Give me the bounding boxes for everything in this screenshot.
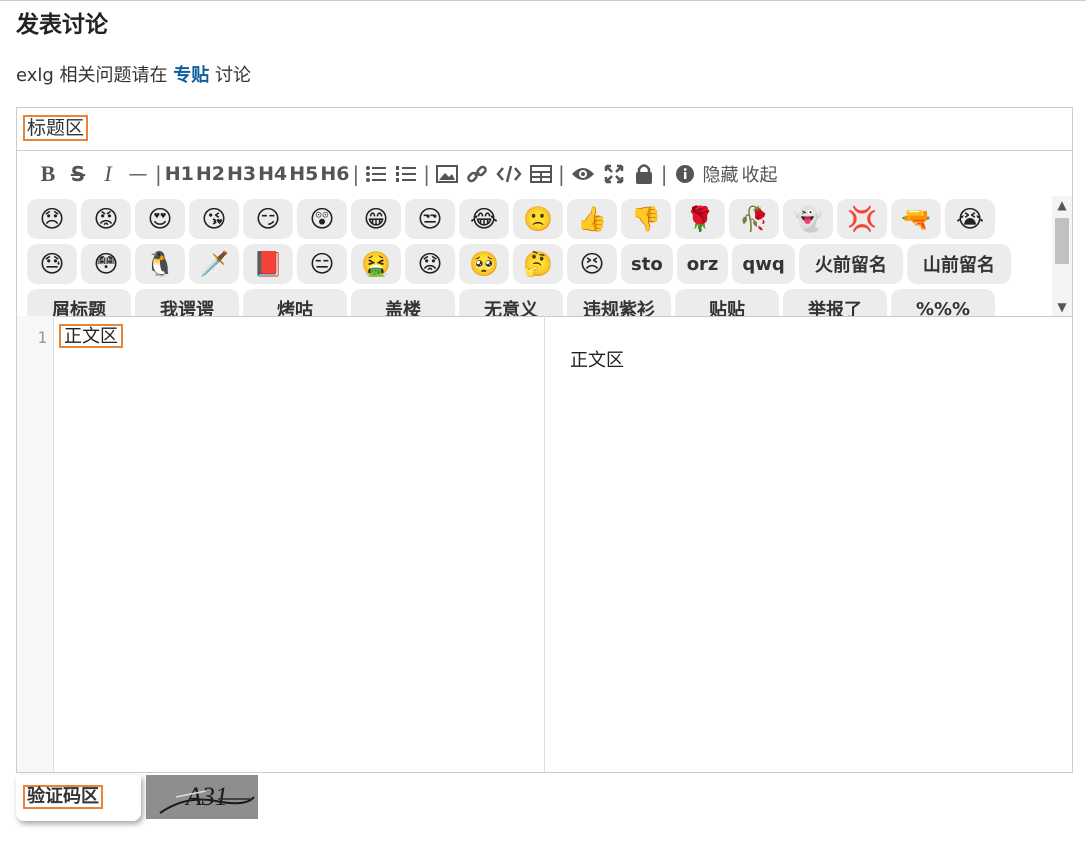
sticker-thumbs-up[interactable]: 👍 [567, 199, 617, 239]
sticker-sword[interactable]: 🗡️ [189, 244, 239, 284]
captcha-image-text: A31 [184, 782, 228, 811]
list-ul-icon[interactable] [365, 159, 387, 189]
hide-button[interactable]: 隐藏 [703, 159, 739, 189]
h4-button[interactable]: H4 [258, 159, 287, 189]
code-icon[interactable] [496, 159, 522, 189]
title-row: 标题区 [17, 108, 1072, 151]
sticker-unamused[interactable]: 😒 [405, 199, 455, 239]
h1-button[interactable]: H1 [165, 159, 194, 189]
sticker-grin[interactable]: 😁 [351, 199, 401, 239]
sticker-text[interactable]: 屑标题 [27, 289, 131, 316]
strikethrough-button[interactable]: S [67, 159, 89, 189]
toolbar-separator: | [423, 161, 430, 186]
captcha-label: 验证码区 [23, 785, 103, 809]
sticker-fire-sign[interactable]: 火前留名 [798, 244, 903, 284]
list-ol-icon[interactable] [395, 159, 417, 189]
sticker-kiss[interactable]: 😘 [189, 199, 239, 239]
sticker-text[interactable]: %%% [891, 289, 995, 316]
title-input[interactable]: 标题区 [23, 115, 89, 141]
sticker-panel: 😞 😡 😍 😘 😏 😲 😁 😒 😂 🙁 👍 👎 🌹 🥀 👻 💢 🔫 😭 😓 😳 … [17, 196, 1072, 317]
sticker-row-2: 😓 😳 🐧 🗡️ 📕 😑 🤮 😟 🥺 🤔 😣 sto orz qwq 火前留名 … [27, 244, 1011, 284]
h3-button[interactable]: H3 [227, 159, 256, 189]
intro-text: exlg 相关问题请在 专贴 讨论 [16, 61, 251, 87]
eye-icon[interactable] [571, 159, 595, 189]
sticker-text[interactable]: 贴贴 [675, 289, 779, 316]
h5-button[interactable]: H5 [289, 159, 318, 189]
sticker-expressionless[interactable]: 😑 [297, 244, 347, 284]
page-title: 发表讨论 [16, 12, 108, 38]
preview-divider [544, 316, 545, 772]
editor-toolbar: B S I — | H1 H2 H3 H4 H5 H6 | | | | 隐藏 收… [17, 151, 1072, 196]
sticker-flushed[interactable]: 😳 [81, 244, 131, 284]
sticker-angry[interactable]: 😡 [81, 199, 131, 239]
sticker-pleading[interactable]: 🥺 [459, 244, 509, 284]
line-gutter: 1 [17, 316, 54, 772]
line-number: 1 [37, 328, 47, 347]
sticker-smirk[interactable]: 😏 [243, 199, 293, 239]
preview-text: 正文区 [570, 350, 624, 370]
body-input[interactable]: 正文区 [59, 324, 123, 348]
sticker-text[interactable]: 盖楼 [351, 289, 455, 316]
toolbar-separator: | [558, 161, 565, 186]
info-icon[interactable] [674, 159, 696, 189]
sticker-text[interactable]: 我谔谔 [135, 289, 239, 316]
sticker-qwq[interactable]: qwq [732, 244, 795, 284]
special-post-link[interactable]: 专贴 [173, 65, 209, 86]
intro-suffix: 讨论 [215, 65, 252, 86]
h2-button[interactable]: H2 [196, 159, 225, 189]
sticker-frown[interactable]: 🙁 [513, 199, 563, 239]
sticker-row-1: 😞 😡 😍 😘 😏 😲 😁 😒 😂 🙁 👍 👎 🌹 🥀 👻 💢 🔫 😭 [27, 199, 995, 239]
table-icon[interactable] [530, 159, 552, 189]
sticker-gun[interactable]: 🔫 [891, 199, 941, 239]
image-icon[interactable] [436, 159, 458, 189]
sticker-text[interactable]: 烤咕 [243, 289, 347, 316]
intro-prefix: exlg 相关问题请在 [16, 65, 168, 86]
scroll-down-icon[interactable]: ▼ [1052, 298, 1072, 316]
lock-icon[interactable] [633, 159, 655, 189]
sticker-sad[interactable]: 😞 [27, 199, 77, 239]
sticker-anger-symbol[interactable]: 💢 [837, 199, 887, 239]
sticker-orz[interactable]: orz [676, 244, 729, 284]
h6-button[interactable]: H6 [320, 159, 349, 189]
sticker-thinking[interactable]: 🤔 [513, 244, 563, 284]
sticker-scrollbar[interactable]: ▲ ▼ [1052, 196, 1072, 316]
scroll-thumb[interactable] [1055, 218, 1069, 264]
toolbar-separator: | [155, 161, 162, 186]
sticker-sto[interactable]: sto [621, 244, 673, 284]
scroll-up-icon[interactable]: ▲ [1052, 196, 1072, 214]
captcha-image[interactable]: A31 [146, 775, 258, 819]
post-editor: 标题区 B S I — | H1 H2 H3 H4 H5 H6 | | | | … [16, 107, 1073, 773]
sticker-crying[interactable]: 😭 [945, 199, 995, 239]
sticker-sweat[interactable]: 😓 [27, 244, 77, 284]
sticker-rose[interactable]: 🌹 [675, 199, 725, 239]
italic-button[interactable]: I [97, 159, 119, 189]
sticker-laugh-cry[interactable]: 😂 [459, 199, 509, 239]
sticker-vomit[interactable]: 🤮 [351, 244, 401, 284]
sticker-book[interactable]: 📕 [243, 244, 293, 284]
sticker-wilted-rose[interactable]: 🥀 [729, 199, 779, 239]
toolbar-separator: | [660, 161, 668, 186]
sticker-thumbs-down[interactable]: 👎 [621, 199, 671, 239]
horizontal-rule-button[interactable]: — [127, 159, 149, 189]
sticker-worried[interactable]: 😟 [405, 244, 455, 284]
sticker-shocked[interactable]: 😲 [297, 199, 347, 239]
sticker-text[interactable]: 无意义 [459, 289, 563, 316]
fullscreen-icon[interactable] [603, 159, 625, 189]
sticker-heart-eyes[interactable]: 😍 [135, 199, 185, 239]
sticker-penguin[interactable]: 🐧 [135, 244, 185, 284]
collapse-button[interactable]: 收起 [742, 159, 778, 189]
sticker-text[interactable]: 违规紫衫 [567, 289, 671, 316]
bold-button[interactable]: B [37, 159, 59, 189]
link-icon[interactable] [466, 159, 488, 189]
body-area: 1 正文区 正文区 [17, 316, 1072, 772]
sticker-row-3: 屑标题 我谔谔 烤咕 盖楼 无意义 违规紫衫 贴贴 举报了 %%% [27, 289, 995, 316]
sticker-mountain-sign[interactable]: 山前留名 [906, 244, 1011, 284]
sticker-persevere[interactable]: 😣 [567, 244, 617, 284]
sticker-ghost[interactable]: 👻 [783, 199, 833, 239]
toolbar-separator: | [352, 161, 360, 186]
sticker-text[interactable]: 举报了 [783, 289, 887, 316]
captcha-input[interactable]: 验证码区 [16, 775, 141, 821]
